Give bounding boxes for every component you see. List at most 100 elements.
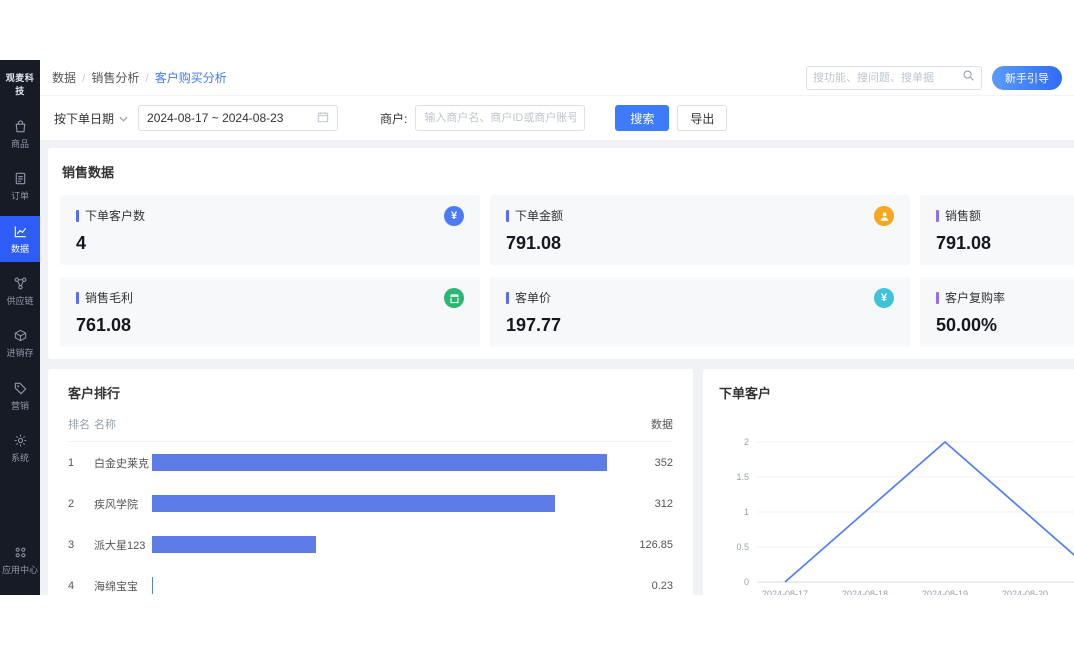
sidebar-item-supply-chain[interactable]: 供应链 <box>0 268 40 314</box>
stat-tiles-grid: 下单客户数 ¥ 4 下单金额 791.08 <box>60 195 1074 347</box>
stat-value: 791.08 <box>936 233 1074 254</box>
calendar-icon <box>317 111 329 126</box>
store-icon <box>444 288 464 308</box>
sidebar-item-system[interactable]: 系统 <box>0 425 40 471</box>
sidebar-item-goods[interactable]: 商品 <box>0 111 40 157</box>
content-area: 销售数据 下单客户数 ¥ 4 下单金额 <box>40 140 1074 595</box>
sidebar-item-inventory[interactable]: 进销存 <box>0 320 40 366</box>
rank-number: 4 <box>68 580 94 592</box>
stat-tile-gross-profit: 销售毛利 761.08 <box>60 277 480 347</box>
sidebar-item-data[interactable]: 数据 <box>0 216 40 262</box>
rank-number: 3 <box>68 539 94 551</box>
date-range-picker[interactable]: 2024-08-17 ~ 2024-08-23 <box>138 105 338 131</box>
supply-chain-icon <box>13 276 28 293</box>
ranking-row: 1 白金史莱克 352 <box>68 442 673 483</box>
stat-tile-repurchase-rate: 客户复购率 50.00% <box>920 277 1074 347</box>
sidebar-nav: 商品 订单 数据 供应链 进销存 <box>0 111 40 477</box>
app-window: 观麦科技 商品 订单 数据 供应链 <box>0 60 1074 595</box>
tile-accent-bar <box>936 292 939 304</box>
stat-value: 4 <box>76 233 464 254</box>
gear-icon <box>13 433 28 450</box>
ranking-table-header: 排名 名称 数据 <box>68 402 673 442</box>
data-chart-icon <box>13 224 28 241</box>
merchant-search-input[interactable] <box>416 106 584 130</box>
sidebar-item-label: 数据 <box>9 244 31 254</box>
stat-title: 下单客户数 <box>85 207 145 224</box>
sidebar-item-label: 营销 <box>9 401 31 411</box>
sidebar-item-label: 应用中心 <box>0 565 40 575</box>
tile-accent-bar <box>936 210 939 222</box>
date-range-value: 2024-08-17 ~ 2024-08-23 <box>147 111 283 125</box>
export-button[interactable]: 导出 <box>677 105 727 131</box>
stat-title: 销售额 <box>945 207 981 224</box>
sidebar-bottom: 应用中心 <box>0 537 40 583</box>
screen: 观麦科技 商品 订单 数据 供应链 <box>0 0 1074 662</box>
sidebar-item-app-center[interactable]: 应用中心 <box>0 537 40 583</box>
breadcrumb-item-sales-analysis[interactable]: 销售分析 <box>91 69 139 86</box>
merchant-label: 商户: <box>380 110 407 127</box>
global-search-box[interactable] <box>806 66 982 90</box>
breadcrumb-separator: / <box>145 71 148 85</box>
sidebar-item-label: 供应链 <box>4 296 35 306</box>
yen-icon: ¥ <box>444 206 464 226</box>
tile-accent-bar <box>76 292 79 304</box>
app-grid-icon <box>13 545 28 562</box>
customer-ranking-card: 客户排行 排名 名称 数据 1 白金史莱克 352 <box>48 369 693 595</box>
sidebar-item-label: 进销存 <box>4 348 35 358</box>
sidebar-item-orders[interactable]: 订单 <box>0 163 40 209</box>
global-search-input[interactable] <box>813 72 962 84</box>
stat-tile-order-customers: 下单客户数 ¥ 4 <box>60 195 480 265</box>
ranking-row: 2 疾风学院 312 <box>68 483 673 524</box>
ranking-bar <box>152 577 153 594</box>
sidebar-item-label: 系统 <box>9 453 31 463</box>
stat-value: 197.77 <box>506 315 894 336</box>
sales-data-card: 销售数据 下单客户数 ¥ 4 下单金额 <box>48 148 1074 359</box>
orders-line-chart: 00.511.522024-08-172024-08-182024-08-192… <box>719 412 1074 595</box>
tile-accent-bar <box>506 292 509 304</box>
main-area: 数据 / 销售分析 / 客户购买分析 新手引导 按下单日期 <box>40 60 1074 595</box>
svg-text:2024-08-19: 2024-08-19 <box>922 589 968 595</box>
svg-text:1: 1 <box>744 507 749 517</box>
stat-value: 50.00% <box>936 315 1074 336</box>
column-header-value: 数据 <box>607 416 673 432</box>
sidebar-item-marketing[interactable]: 营销 <box>0 373 40 419</box>
rank-number: 1 <box>68 457 94 469</box>
topbar-right: 新手引导 <box>806 66 1062 90</box>
svg-text:2024-08-20: 2024-08-20 <box>1002 589 1048 595</box>
sales-data-title: 销售数据 <box>60 162 1074 195</box>
ranking-bar <box>152 495 555 512</box>
ranking-value: 352 <box>607 457 673 469</box>
beginner-guide-button[interactable]: 新手引导 <box>992 66 1062 90</box>
sidebar-item-label: 订单 <box>9 191 31 201</box>
rank-number: 2 <box>68 498 94 510</box>
inventory-box-icon <box>13 328 28 345</box>
svg-text:0.5: 0.5 <box>736 542 749 552</box>
yen-icon: ¥ <box>874 288 894 308</box>
svg-text:0: 0 <box>744 577 749 587</box>
sidebar: 观麦科技 商品 订单 数据 供应链 <box>0 60 40 595</box>
ranking-row: 4 海绵宝宝 0.23 <box>68 565 673 595</box>
stat-value: 761.08 <box>76 315 464 336</box>
ranking-row: 3 派大星123 126.85 <box>68 524 673 565</box>
ranking-value: 312 <box>607 498 673 510</box>
column-header-name: 名称 <box>94 416 152 432</box>
svg-text:2024-08-18: 2024-08-18 <box>842 589 888 595</box>
date-type-label: 按下单日期 <box>54 110 114 127</box>
breadcrumb-item-data[interactable]: 数据 <box>52 69 76 86</box>
merchant-search-field[interactable] <box>415 105 585 131</box>
chevron-down-icon <box>119 111 128 125</box>
breadcrumb: 数据 / 销售分析 / 客户购买分析 <box>52 69 227 86</box>
stat-title: 销售毛利 <box>85 289 133 306</box>
bottom-row: 客户排行 排名 名称 数据 1 白金史莱克 352 <box>48 369 1074 595</box>
svg-text:1.5: 1.5 <box>736 472 749 482</box>
search-button[interactable]: 搜索 <box>615 105 669 131</box>
search-icon[interactable] <box>962 69 975 87</box>
ranking-bar <box>152 536 316 553</box>
order-customers-chart-title: 下单客户 <box>719 383 1074 412</box>
customer-name: 派大星123 <box>94 537 152 553</box>
date-type-dropdown[interactable]: 按下单日期 <box>54 110 128 127</box>
app-logo: 观麦科技 <box>0 60 40 103</box>
sidebar-item-label: 商品 <box>9 139 31 149</box>
column-header-rank: 排名 <box>68 416 94 432</box>
stat-title: 客户复购率 <box>945 289 1005 306</box>
